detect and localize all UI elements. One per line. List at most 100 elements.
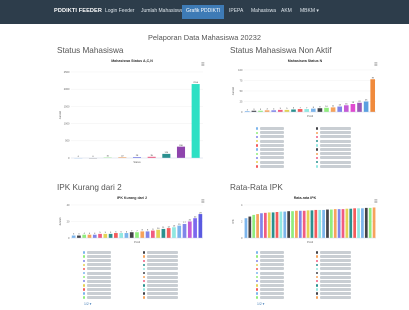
bar: [77, 235, 81, 238]
data-label: 3: [78, 234, 80, 236]
bar: [271, 212, 275, 238]
data-label: 8: [147, 230, 149, 232]
legend-label: [87, 296, 111, 300]
legend-label: [260, 287, 284, 291]
data-label: 3: [73, 234, 75, 236]
data-label: 9: [152, 229, 154, 231]
bar: [263, 212, 267, 238]
y-tick-label: 25: [240, 99, 243, 103]
legend-dot-icon: [256, 296, 259, 299]
bar: [271, 110, 277, 112]
legend-label: [87, 275, 111, 279]
x-axis-label: Prodi: [307, 114, 313, 118]
legend-label: [147, 251, 178, 254]
legend-label: [147, 263, 178, 267]
legend-label: [320, 279, 351, 283]
nav-jumlah-mahasiswa[interactable]: Jumlah Mahasiswa: [141, 8, 184, 14]
bar: [291, 211, 294, 238]
legend-label: [320, 275, 351, 279]
legend-label: [147, 267, 178, 271]
legend-dot-icon: [256, 284, 259, 287]
legend-label: [147, 296, 178, 300]
bar: [295, 210, 298, 238]
y-tick-label: 1500: [64, 104, 70, 108]
y-tick-label: 0: [68, 156, 70, 160]
data-label: 4: [84, 233, 86, 235]
legend-dot-icon: [316, 135, 319, 139]
data-label: 24: [194, 216, 197, 218]
nav-ipepa[interactable]: IPEPA: [229, 8, 243, 14]
card-title-ipk-kurang: IPK Kurang dari 2: [57, 183, 122, 192]
legend-label: [147, 283, 178, 287]
legend-dot-icon: [83, 255, 86, 258]
legend-dot-icon: [316, 271, 319, 275]
chart-legend: [256, 127, 376, 173]
legend-dot-icon: [256, 280, 259, 283]
legend-label: [260, 143, 284, 147]
nav-grafik-pddikti[interactable]: Grafik PDDIKTI: [182, 5, 225, 19]
data-label: 2: [247, 109, 249, 111]
legend-pager[interactable]: 1/2 ▾: [257, 302, 264, 306]
nav-akm[interactable]: AKM: [281, 8, 292, 14]
legend-label: [147, 259, 178, 263]
bar: [353, 208, 357, 238]
legend-dot-icon: [316, 139, 319, 143]
bar: [306, 210, 310, 238]
data-label: 5: [110, 232, 112, 234]
legend-label: [147, 271, 178, 275]
nav-mahasiswa[interactable]: Mahasiswa: [251, 8, 276, 14]
legend-pager[interactable]: 1/2 ▾: [84, 302, 91, 306]
bar: [124, 233, 129, 238]
legend-dot-icon: [143, 251, 146, 254]
card-title-status-nonaktif: Status Mahasiswa Non Aktif: [230, 46, 332, 55]
bar: [350, 104, 356, 112]
bar: [302, 210, 306, 238]
legend-dot-icon: [316, 267, 319, 271]
bar: [92, 234, 97, 238]
legend-label: [87, 267, 111, 271]
data-label: 17: [183, 222, 186, 224]
legend-dot-icon: [256, 288, 259, 291]
data-label: 330: [179, 145, 183, 147]
bar: [357, 102, 362, 112]
bar: [252, 214, 256, 238]
card-title-status-mahasiswa: Status Mahasiswa: [57, 46, 124, 55]
brand-title[interactable]: PDDIKTI FEEDER: [54, 8, 102, 14]
nav-login-feeder[interactable]: Login Feeder: [105, 8, 134, 14]
bar: [177, 225, 182, 238]
nav-mbkm-dropdown[interactable]: MBKM ▾: [300, 8, 319, 14]
legend-label: [320, 292, 351, 295]
data-label: 28: [136, 155, 139, 157]
legend-label: [87, 271, 111, 275]
y-axis-label: IPK: [231, 219, 235, 223]
data-label: 5: [105, 232, 107, 234]
legend-dot-icon: [316, 292, 319, 295]
data-label: 11: [332, 106, 335, 108]
legend-label: [260, 139, 284, 143]
bar: [119, 233, 124, 238]
legend-dot-icon: [256, 259, 259, 262]
legend-dot-icon: [256, 148, 259, 151]
legend-dot-icon: [143, 288, 146, 291]
legend-dot-icon: [316, 288, 319, 291]
bar: [103, 233, 108, 238]
bar: [82, 234, 87, 238]
legend-label: [260, 255, 284, 259]
legend-label: [260, 251, 284, 254]
data-label: 3: [253, 109, 255, 111]
legend-label: [260, 267, 284, 271]
legend-dot-icon: [143, 296, 146, 299]
bar: [264, 110, 270, 112]
bar: [145, 231, 150, 238]
legend-dot-icon: [256, 255, 259, 258]
legend-dot-icon: [316, 165, 319, 168]
bar: [297, 109, 303, 112]
bar: [161, 228, 166, 238]
data-label: 7: [306, 107, 308, 109]
legend-label: [320, 164, 351, 168]
bar: [176, 146, 186, 158]
bar: [150, 230, 155, 238]
top-navbar: PDDIKTI FEEDER Login Feeder Jumlah Mahas…: [0, 0, 409, 24]
chart-ipk-kurang: IPK Kurang dari 2 ≡ 40 20 0 Jumlah Prodi 3 3 4 4…: [57, 195, 207, 247]
data-label: 3: [260, 109, 262, 111]
